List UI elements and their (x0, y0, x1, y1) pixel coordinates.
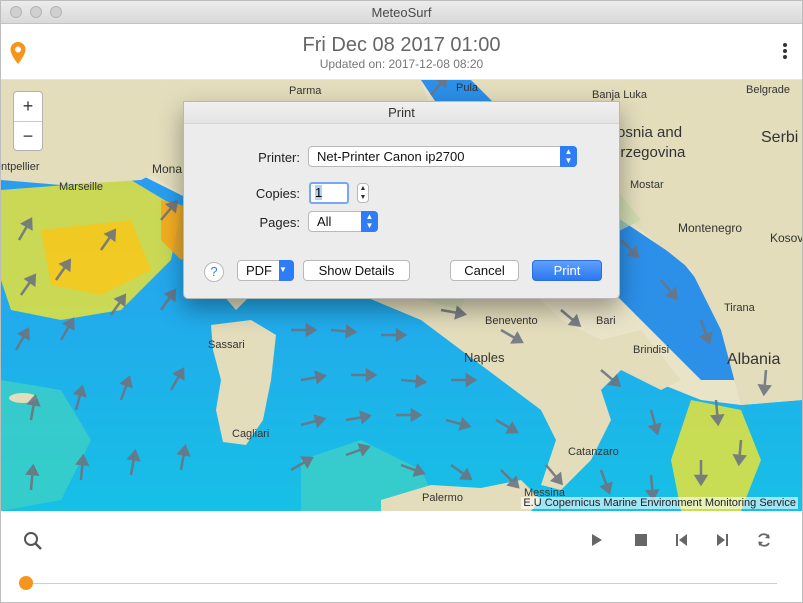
city-label: ntpellier (1, 161, 40, 173)
city-label: Brindisi (633, 344, 670, 356)
city-label: Catanzaro (568, 446, 619, 458)
city-label: Mona (152, 162, 183, 176)
city-label: Banja Luka (592, 89, 648, 101)
city-label: Naples (464, 350, 505, 365)
pages-value: All (317, 214, 332, 229)
search-icon[interactable] (23, 531, 43, 551)
chevron-down-icon: ▼ (279, 260, 294, 281)
cancel-button[interactable]: Cancel (450, 260, 519, 281)
city-label: Marseille (59, 181, 104, 193)
city-label: Belgrade (746, 84, 791, 96)
country-label: erzegovina (612, 144, 686, 161)
pages-select[interactable]: All ▲ ▼ (308, 211, 378, 232)
title-bar: MeteoSurf (1, 1, 802, 24)
pdf-label: PDF (246, 263, 272, 278)
pages-label: Pages: (259, 215, 300, 230)
select-arrows-icon: ▲ ▼ (560, 146, 577, 167)
city-label: Pula (456, 82, 479, 94)
city-label: Bari (596, 315, 616, 327)
city-label: Palermo (422, 492, 463, 504)
city-label: Benevento (485, 315, 538, 327)
copies-stepper[interactable]: ▲ ▼ (357, 183, 369, 203)
timeline-slider-thumb[interactable] (19, 576, 33, 590)
print-dialog: Print Printer: Net-Printer Canon ip2700 … (183, 101, 620, 299)
copies-value: 1 (315, 185, 323, 200)
help-button[interactable]: ? (204, 262, 224, 282)
app-header: Fri Dec 08 2017 01:00 Updated on: 2017-1… (1, 24, 802, 80)
timeline-track[interactable] (25, 583, 777, 584)
country-label: Serbi (761, 129, 799, 146)
city-label: Kosov (770, 231, 802, 245)
skip-forward-icon[interactable] (714, 532, 730, 548)
city-label: Montenegro (678, 221, 743, 235)
select-arrows-icon: ▲ ▼ (361, 211, 378, 232)
refresh-icon[interactable] (756, 532, 772, 548)
city-label: Mostar (630, 179, 664, 191)
forecast-time: Fri Dec 08 2017 01:00 (302, 34, 501, 56)
pdf-menu-button[interactable]: PDF ▼ (237, 260, 294, 281)
skip-back-icon[interactable] (674, 532, 690, 548)
playback-bar (1, 511, 802, 602)
copies-input[interactable]: 1 (309, 182, 349, 204)
printer-value: Net-Printer Canon ip2700 (317, 149, 465, 164)
print-button[interactable]: Print (532, 260, 602, 281)
zoom-control: + − (13, 91, 43, 151)
copies-label: Copies: (255, 186, 300, 201)
window-title: MeteoSurf (371, 5, 432, 20)
city-label: Cagliari (232, 428, 270, 440)
country-label: Albania (727, 351, 781, 368)
printer-select[interactable]: Net-Printer Canon ip2700 ▲ ▼ (308, 146, 577, 167)
printer-label: Printer: (258, 150, 300, 165)
show-details-button[interactable]: Show Details (303, 260, 410, 281)
more-menu-icon[interactable] (777, 41, 793, 63)
play-icon[interactable] (589, 532, 605, 548)
city-label: Tirana (724, 302, 755, 314)
map-attribution: E.U Copernicus Marine Environment Monito… (521, 497, 798, 509)
app-window: MeteoSurf Fri Dec 08 2017 01:00 Updated … (0, 0, 803, 603)
stop-icon[interactable] (633, 532, 649, 548)
country-label: osnia and (617, 124, 683, 141)
city-label: Parma (289, 85, 322, 97)
city-label: Sassari (208, 339, 245, 351)
print-dialog-title: Print (184, 102, 619, 124)
zoom-in-button[interactable]: + (14, 92, 42, 122)
zoom-out-button[interactable]: − (14, 122, 42, 151)
updated-time: Updated on: 2017-12-08 08:20 (319, 57, 484, 71)
